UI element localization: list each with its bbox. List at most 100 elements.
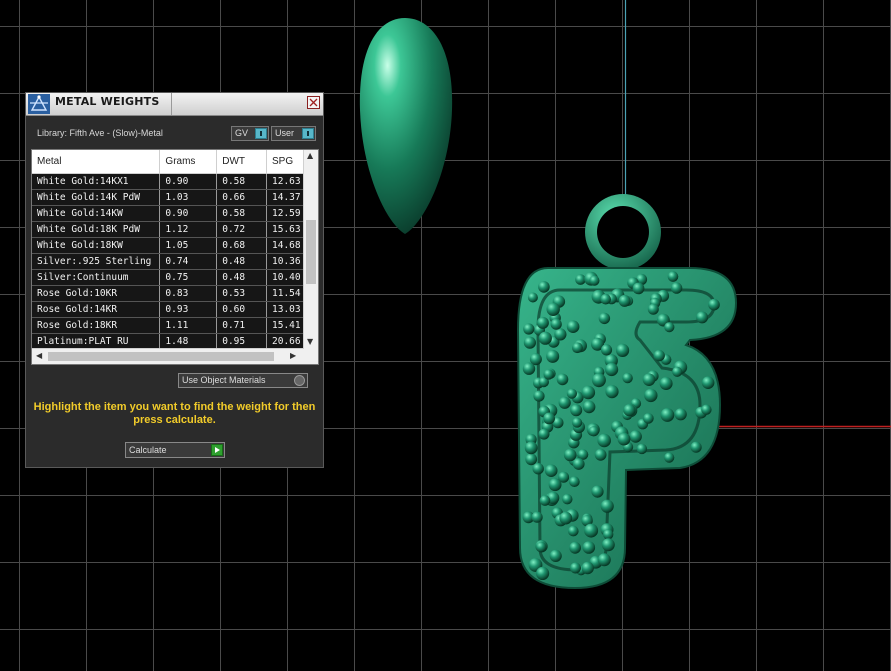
column-header-grams[interactable]: Grams [159,150,218,174]
table-row[interactable]: Rose Gold:18KR 1.11 0.71 15.41 [32,317,305,334]
scroll-right-icon[interactable]: ▶ [290,351,296,360]
close-button[interactable] [307,96,320,109]
dwt-cell: 0.48 [216,253,268,270]
spg-cell: 10.36 [266,253,305,270]
pendant-bead [644,388,658,403]
table-row[interactable]: Silver:.925 Sterling 0.74 0.48 10.36 [32,253,305,270]
grams-cell: 1.11 [159,317,218,334]
table-row[interactable]: Rose Gold:14KR 0.93 0.60 13.03 [32,301,305,318]
table-row[interactable]: White Gold:14KX1 0.90 0.58 12.63 [32,173,305,190]
spg-cell: 12.63 [266,173,305,190]
pendant-bead [543,412,555,425]
pendant-bead [618,294,631,307]
pendant-bead [538,428,550,440]
gv-toggle[interactable]: GV [231,126,269,141]
dwt-cell: 0.72 [216,221,268,238]
use-object-materials-toggle[interactable]: Use Object Materials [178,373,308,388]
pendant-bead [664,452,675,463]
spg-cell: 20.66 [266,333,305,350]
scroll-up-icon[interactable]: ▲ [307,151,313,160]
spg-cell: 14.68 [266,237,305,254]
pendant-bead [559,511,573,525]
close-icon [309,98,318,107]
table-row[interactable]: White Gold:18K PdW 1.12 0.72 15.63 [32,221,305,238]
grams-cell: 1.48 [159,333,218,350]
table-row[interactable]: White Gold:18KW 1.05 0.68 14.68 [32,237,305,254]
metal-cell: White Gold:18K PdW [32,221,161,238]
pendant-bead [597,553,611,567]
pendant-bead [549,549,562,563]
pendant-bead [523,323,535,335]
table-row[interactable]: Rose Gold:10KR 0.83 0.53 11.54 [32,285,305,302]
horizontal-scrollbar[interactable]: ◀ ▶ [32,348,304,364]
pendant-bead [532,463,544,475]
pendant-bead [647,303,659,315]
pendant-f-model[interactable] [516,194,738,590]
column-header-dwt[interactable]: DWT [216,150,268,174]
pendant-bead [667,271,679,282]
pendant-bead [562,494,573,505]
pendant-bead [566,388,578,399]
metal-scale-icon [28,94,50,114]
table-row[interactable]: White Gold:14KW 0.90 0.58 12.59 [32,205,305,222]
metal-cell: Rose Gold:14KR [32,301,161,318]
column-header-metal[interactable]: Metal [32,150,161,174]
pendant-bead [701,376,715,390]
pendant-bead [536,541,547,553]
pendant-bead [629,430,642,443]
pendant-bead [569,476,580,488]
calculate-button[interactable]: Calculate [125,442,225,458]
panel-titlebar[interactable]: METAL WEIGHTS [26,93,323,116]
pendant-bead [636,443,648,455]
pendant-bead [643,413,654,424]
radio-knob-icon [294,375,305,386]
spg-cell: 11.54 [266,285,305,302]
dwt-cell: 0.53 [216,285,268,302]
metal-grid: Metal Grams DWT SPG White Gold:14KX1 0.90… [32,150,305,350]
pendant-bead [659,377,673,390]
dwt-cell: 0.95 [216,333,268,350]
vertical-scrollbar[interactable]: ▲ ▼ [303,150,318,350]
play-arrow-icon [211,444,223,456]
vertical-scroll-thumb[interactable] [306,220,316,284]
pendant-bead [591,485,604,498]
grams-cell: 0.75 [159,269,218,286]
pendant-bead [597,433,611,448]
pendant-bead [572,458,585,470]
scroll-down-icon[interactable]: ▼ [307,337,313,346]
user-toggle[interactable]: User [271,126,316,141]
pendant-bead [605,385,619,399]
horizontal-scroll-thumb[interactable] [48,352,274,361]
table-row[interactable]: Silver:Continuum 0.75 0.48 10.40 [32,269,305,286]
spg-cell: 12.59 [266,205,305,222]
teardrop-model[interactable] [359,18,453,234]
table-row[interactable]: White Gold:14K PdW 1.03 0.66 14.37 [32,189,305,206]
pendant-bead [598,312,611,325]
metal-table[interactable]: Metal Grams DWT SPG White Gold:14KX1 0.90… [31,149,319,365]
pendant-bead [527,292,538,303]
pendant-bead [708,298,720,311]
pendant-bead [568,525,579,537]
pendant-bead [605,362,619,377]
pendant-bead [584,523,599,538]
table-row[interactable]: Platinum:PLAT RU 1.48 0.95 20.66 [32,333,305,350]
grams-cell: 1.03 [159,189,218,206]
grams-cell: 0.93 [159,301,218,318]
pendant-bead [674,408,687,421]
pendant-bead [539,495,551,506]
dwt-cell: 0.66 [216,189,268,206]
pendant-bead [572,417,583,428]
dwt-cell: 0.48 [216,269,268,286]
scroll-left-icon[interactable]: ◀ [36,351,42,360]
column-header-spg[interactable]: SPG [266,150,305,174]
pendant-bead [603,529,614,540]
pendant-bead [642,373,656,387]
pendant-bead [660,408,675,422]
pendant-bead [617,432,631,446]
pendant-bead [569,541,581,554]
pendant-bead [554,328,567,341]
pendant-bead [672,366,683,377]
pendant-bead [546,349,560,363]
grams-cell: 0.90 [159,205,218,222]
pendant-bead [664,322,675,333]
